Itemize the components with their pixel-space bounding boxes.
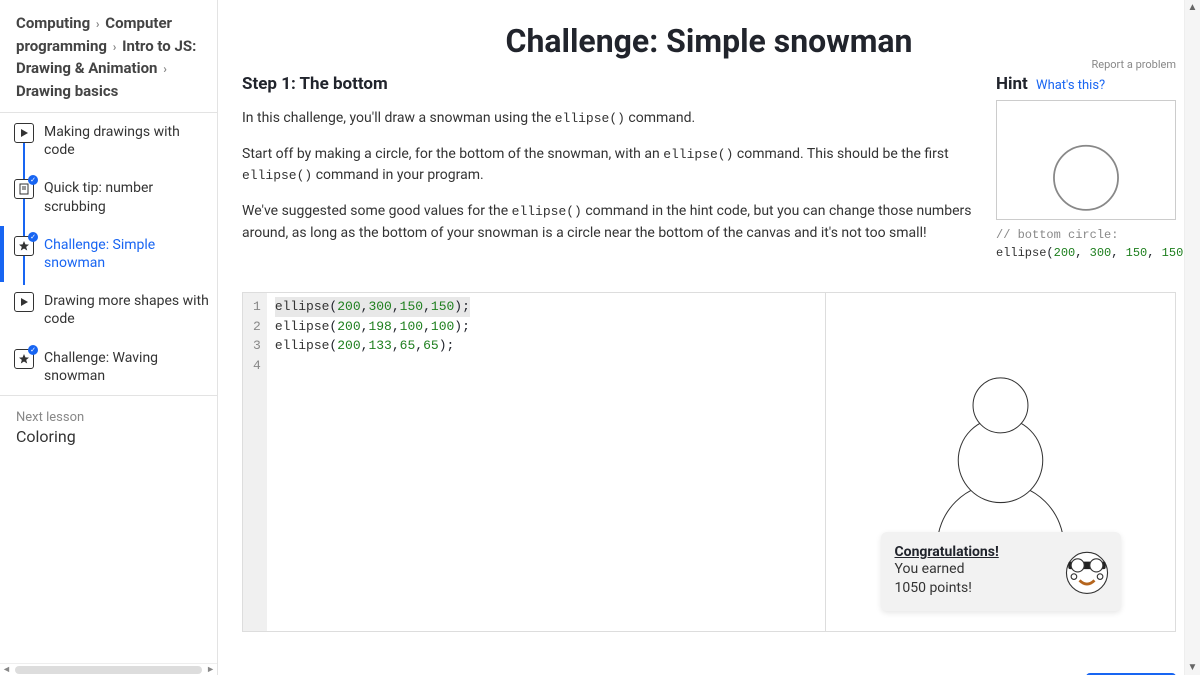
lesson-label: Drawing more shapes with code (44, 292, 209, 328)
play-icon (14, 292, 34, 312)
congrats-title: Congratulations! (895, 544, 1051, 560)
hint-panel: Hint What's this? // bottom circle: elli… (996, 74, 1176, 262)
check-badge-icon: ✓ (28, 232, 38, 242)
lesson-item-challenge-waving-snowman[interactable]: ✓ Challenge: Waving snowman (0, 339, 217, 395)
lesson-label: Challenge: Simple snowman (44, 236, 209, 272)
mascot-icon (1059, 543, 1115, 599)
lesson-item-challenge-simple-snowman[interactable]: ✓ Challenge: Simple snowman (0, 226, 217, 282)
scroll-left-icon[interactable]: ◄ (2, 664, 11, 675)
lesson-item-drawing-more-shapes[interactable]: Drawing more shapes with code (0, 282, 217, 338)
code-body[interactable]: ellipse(200,300,150,150); ellipse(200,19… (267, 293, 478, 631)
instruction-p3: We've suggested some good values for the… (242, 201, 976, 244)
page-title: Challenge: Simple snowman (242, 0, 1176, 74)
star-icon: ✓ (14, 236, 34, 256)
page-vertical-scrollbar[interactable]: ▲ ▼ (1184, 0, 1200, 675)
congrats-toast: Congratulations! You earned1050 points! (881, 532, 1121, 611)
breadcrumb[interactable]: Computing › Computer programming › Intro… (0, 0, 217, 112)
congrats-body: You earned1050 points! (895, 560, 1051, 599)
check-badge-icon: ✓ (28, 345, 38, 355)
next-lesson-link[interactable]: Next lesson Coloring (0, 395, 217, 460)
sidebar-horizontal-scrollbar[interactable]: ◄ ► (0, 663, 217, 675)
next-lesson-label: Next lesson (16, 410, 201, 425)
lesson-label: Challenge: Waving snowman (44, 349, 209, 385)
code-editor[interactable]: 1 2 3 4 ellipse(200,300,150,150); ellips… (243, 293, 825, 631)
report-problem-link[interactable]: Report a problem (1092, 58, 1177, 71)
instruction-p2: Start off by making a circle, for the bo… (242, 144, 976, 187)
main-content: Challenge: Simple snowman Report a probl… (218, 0, 1200, 675)
play-icon (14, 123, 34, 143)
editor-row: 1 2 3 4 ellipse(200,300,150,150); ellips… (242, 292, 1176, 632)
lesson-item-making-drawings[interactable]: Making drawings with code (0, 113, 217, 169)
next-lesson-title: Coloring (16, 427, 201, 446)
hint-preview-image (996, 100, 1176, 220)
lesson-label: Making drawings with code (44, 123, 209, 159)
step-heading: Step 1: The bottom (242, 74, 976, 94)
instructions: Step 1: The bottom In this challenge, yo… (242, 74, 976, 258)
output-canvas: Congratulations! You earned1050 points! (825, 293, 1175, 631)
sidebar: Computing › Computer programming › Intro… (0, 0, 218, 675)
line-gutter: 1 2 3 4 (243, 293, 267, 631)
check-badge-icon: ✓ (28, 175, 38, 185)
scroll-down-icon[interactable]: ▼ (1185, 660, 1200, 675)
scroll-thumb[interactable] (15, 666, 202, 674)
lesson-item-quick-tip[interactable]: ✓ Quick tip: number scrubbing (0, 169, 217, 225)
scroll-up-icon[interactable]: ▲ (1185, 0, 1200, 15)
scroll-right-icon[interactable]: ► (206, 664, 215, 675)
star-icon: ✓ (14, 349, 34, 369)
lesson-list: Making drawings with code ✓ Quick tip: n… (0, 112, 217, 663)
doc-icon: ✓ (14, 179, 34, 199)
instruction-p1: In this challenge, you'll draw a snowman… (242, 108, 976, 130)
lesson-label: Quick tip: number scrubbing (44, 179, 209, 215)
